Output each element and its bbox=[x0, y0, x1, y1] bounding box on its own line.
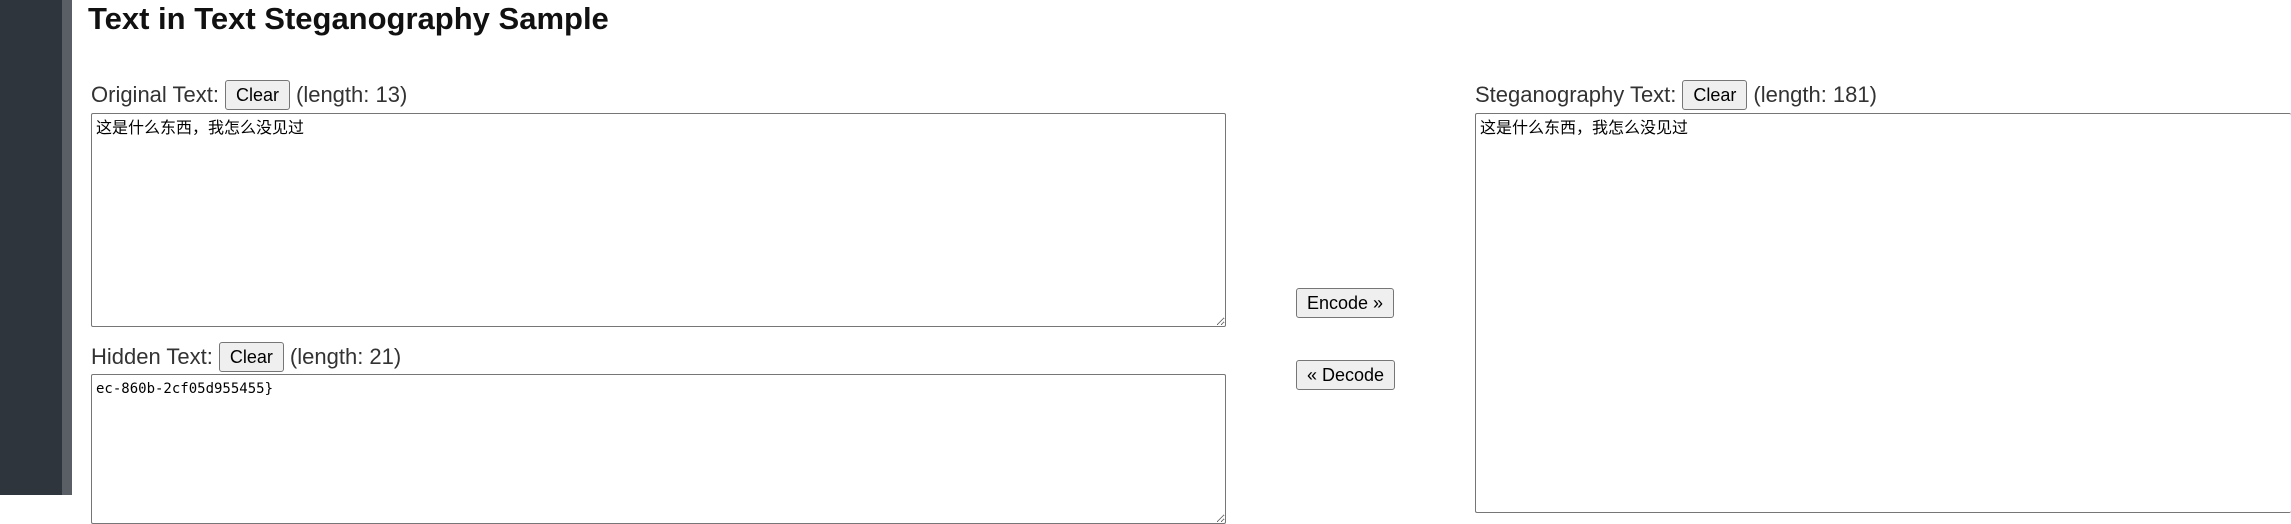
sidebar-edge bbox=[62, 0, 72, 495]
original-clear-button[interactable]: Clear bbox=[224, 80, 290, 110]
hidden-clear-button[interactable]: Clear bbox=[218, 342, 284, 372]
original-text-label: Original Text: bbox=[91, 82, 219, 107]
hidden-text-label: Hidden Text: bbox=[91, 344, 213, 369]
stego-length: (length: 181) bbox=[1753, 82, 1877, 107]
hidden-length: (length: 21) bbox=[289, 344, 402, 369]
sidebar bbox=[0, 0, 62, 495]
hidden-text-header: Hidden Text: Clear (length: 21) bbox=[91, 340, 401, 374]
stego-clear-button[interactable]: Clear bbox=[1682, 80, 1748, 110]
encode-button[interactable]: Encode » bbox=[1296, 288, 1395, 318]
stego-text-label: Steganography Text: bbox=[1475, 82, 1677, 107]
original-length: (length: 13) bbox=[296, 82, 408, 107]
decode-button[interactable]: « Decode bbox=[1296, 360, 1396, 390]
original-text-area[interactable]: 这是什么东西，我怎么没见过 bbox=[91, 113, 1226, 327]
stego-text-area[interactable]: 这是什么东西，我怎么没见过 bbox=[1475, 113, 2291, 513]
hidden-text-area[interactable]: ec-860b-2cf05d955455} bbox=[91, 374, 1226, 524]
stego-text-header: Steganography Text: Clear (length: 181) bbox=[1475, 78, 1877, 112]
original-text-header: Original Text: Clear (length: 13) bbox=[91, 78, 407, 112]
page-title: Text in Text Steganography Sample bbox=[88, 1, 609, 36]
